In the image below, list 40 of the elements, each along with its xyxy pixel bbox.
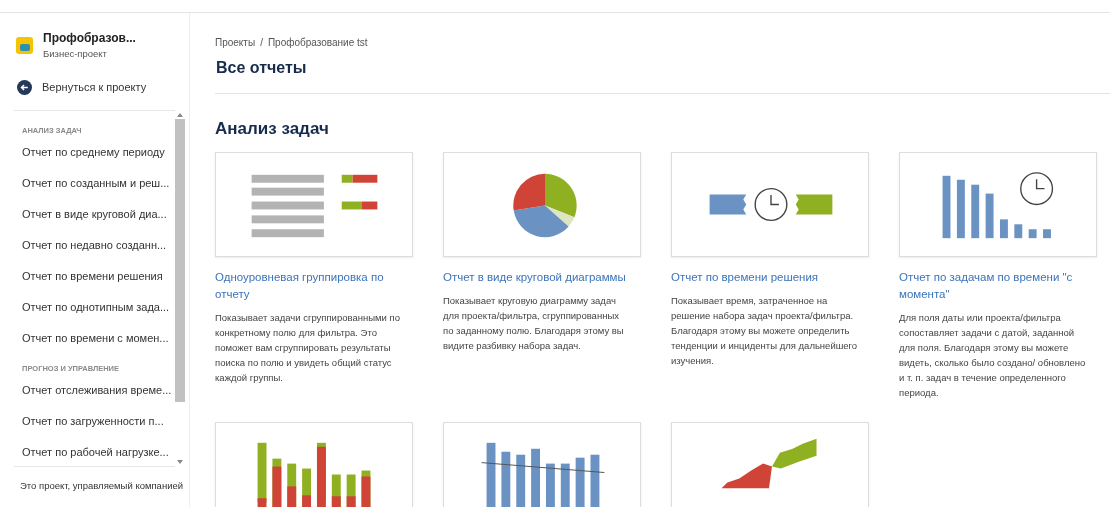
page-title: Все отчеты xyxy=(216,58,308,78)
section-title: Анализ задач xyxy=(215,118,330,140)
report-description: Показывает задачи сгруппированными по конкретному полю для фильтра. Это поможет вам сгруппировать результаты поиска по полю и увидеть общий статус каждой группы. xyxy=(215,310,401,385)
report-description: Показывает круговую диаграмму задач для проекта/фильтра, сгруппированных по заданному полю. Благодаря этому вы видите разбивку набора задач. xyxy=(443,293,625,353)
sidebar-item[interactable]: Отчет по недавно созданн... xyxy=(12,237,175,268)
scroll-up-arrow-icon[interactable] xyxy=(177,112,183,117)
report-preview-card[interactable] xyxy=(671,151,869,257)
scroll-down-arrow-icon[interactable] xyxy=(177,459,183,464)
project-logo-icon xyxy=(16,36,33,54)
breadcrumb-separator: / xyxy=(260,36,263,50)
back-to-project-link[interactable]: Вернуться к проекту xyxy=(0,73,189,102)
sidebar-item[interactable]: Отчет по однотипным зада... xyxy=(12,299,175,330)
clock-icon xyxy=(1020,171,1054,205)
report-title-link[interactable]: Одноуровневая группировка по отчету xyxy=(215,268,413,303)
report-preview-card[interactable] xyxy=(671,421,869,507)
sidebar-footer-text: Это проект, управляемый компанией xyxy=(19,478,185,493)
project-type: Бизнес-проект xyxy=(43,47,108,61)
report-description: Показывает время, затраченное на решение набора задач проекта/фильтра. Благодаря этому вы можете определить тенденции и инциденты для дальнейшего изучения. xyxy=(671,293,859,368)
sidebar-item[interactable]: Отчет по загруженности п... xyxy=(12,413,175,445)
clock-icon xyxy=(754,187,788,221)
sidebar-item[interactable]: Отчет по рабочей нагрузке... xyxy=(12,444,175,476)
report-preview-card[interactable] xyxy=(443,421,641,507)
report-preview-card[interactable] xyxy=(899,151,1097,257)
pie-chart-illustration xyxy=(513,173,577,237)
breadcrumb-link[interactable]: Проекты xyxy=(215,35,256,50)
report-preview-card[interactable] xyxy=(215,151,413,257)
report-description: Для поля даты или проекта/фильтра сопоставляет задачи с датой, заданной для поля. Благодаря этому вы можете видеть, сколько было создано/ обновлено и т. п. задач в течение определенного периода. xyxy=(899,310,1087,400)
sidebar-item[interactable]: Отчет по созданным и реш... xyxy=(12,175,175,206)
sidebar-item[interactable]: Отчет отслеживания време... xyxy=(12,382,175,414)
report-preview-card[interactable] xyxy=(215,421,413,507)
report-title-link[interactable]: Отчет в виде круговой диаграммы xyxy=(443,268,641,286)
project-name[interactable]: Профобразов... xyxy=(43,29,136,47)
report-preview-card[interactable] xyxy=(443,151,641,257)
breadcrumb-link[interactable]: Профобразование tst xyxy=(267,35,368,50)
sidebar-item[interactable]: Отчет в виде круговой диа... xyxy=(12,206,175,237)
sidebar-item[interactable]: Отчет по времени решения xyxy=(12,268,175,299)
sidebar-item[interactable]: Отчет по среднему периоду xyxy=(12,144,175,175)
report-title-link[interactable]: Отчет по времени решения xyxy=(671,268,869,286)
sidebar-item[interactable]: Отчет по времени с момен... xyxy=(12,330,175,361)
report-title-link[interactable]: Отчет по задачам по времени "с момента" xyxy=(899,268,1097,303)
